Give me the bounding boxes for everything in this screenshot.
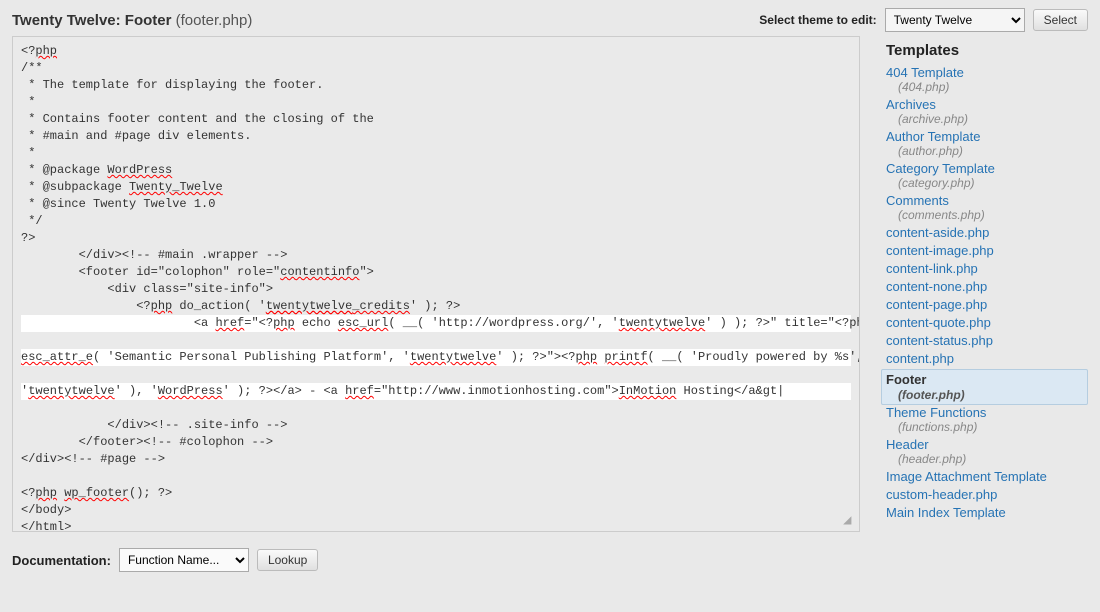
code-line: <div class="site-info"> [21,282,273,296]
template-item[interactable]: Main Index Template [886,505,1088,520]
code-line: </div><!-- .site-info --> [21,418,287,432]
template-item-selected[interactable]: Footer(footer.php) [881,369,1088,405]
code-line: * #main and #page div elements. [21,129,251,143]
template-item[interactable]: custom-header.php [886,487,1088,502]
template-link[interactable]: content-aside.php [886,225,989,240]
app-root: Twenty Twelve: Footer (footer.php) Selec… [0,0,1100,612]
code-line: <?php wp_footer(); ?> [21,486,172,500]
code-line: * @subpackage Twenty_Twelve [21,180,223,194]
editor-column: <?php /** * The template for displaying … [12,36,872,532]
template-item[interactable]: content.php [886,351,1088,366]
template-item[interactable]: content-none.php [886,279,1088,294]
template-link[interactable]: Comments [886,193,949,208]
lookup-button[interactable]: Lookup [257,549,318,571]
template-filename: (author.php) [898,144,1088,158]
documentation-row: Documentation: Function Name... Lookup [0,532,1100,572]
select-theme-label: Select theme to edit: [759,13,876,27]
code-line: * Contains footer content and the closin… [21,112,374,126]
code-line: * @since Twenty Twelve 1.0 [21,197,215,211]
code-line: * The template for displaying the footer… [21,78,323,92]
templates-sidebar: Templates 404 Template(404.php)Archives(… [872,36,1088,532]
template-link[interactable]: Category Template [886,161,995,176]
theme-file-text: (footer.php) [176,12,253,29]
code-line: /** [21,61,43,75]
documentation-select[interactable]: Function Name... [119,548,249,572]
template-filename: (footer.php) [898,388,965,402]
template-link[interactable]: content.php [886,351,954,366]
template-item[interactable]: Comments(comments.php) [886,193,1088,222]
code-line: 'twentytwelve' ), 'WordPress' ); ?></a> … [21,383,851,400]
template-filename: (header.php) [898,452,1088,466]
template-filename: (archive.php) [898,112,1088,126]
code-line: </html> [21,520,71,532]
template-item[interactable]: content-link.php [886,261,1088,276]
code-line: <?php [21,44,57,58]
templates-heading: Templates [886,42,1088,59]
template-link[interactable]: custom-header.php [886,487,997,502]
main-row: <?php /** * The template for displaying … [0,36,1100,532]
template-filename: (comments.php) [898,208,1088,222]
template-link[interactable]: content-quote.php [886,315,991,330]
template-item[interactable]: content-image.php [886,243,1088,258]
code-line: */ [21,214,43,228]
code-editor[interactable]: <?php /** * The template for displaying … [12,36,860,532]
template-link[interactable]: Header [886,437,929,452]
templates-list: 404 Template(404.php) Archives(archive.ph… [886,65,1088,520]
code-line: * [21,95,35,109]
template-link[interactable]: Author Template [886,129,980,144]
template-link[interactable]: 404 Template [886,65,964,80]
template-item[interactable]: 404 Template(404.php) [886,65,1088,94]
theme-title: Twenty Twelve: Footer (footer.php) [12,12,252,29]
template-link[interactable]: content-none.php [886,279,987,294]
template-item[interactable]: Image Attachment Template [886,469,1088,484]
code-line: * [21,146,35,160]
template-link[interactable]: Main Index Template [886,505,1006,520]
template-item[interactable]: content-page.php [886,297,1088,312]
template-item[interactable]: content-quote.php [886,315,1088,330]
select-button[interactable]: Select [1033,9,1088,31]
header-row: Twenty Twelve: Footer (footer.php) Selec… [0,0,1100,36]
template-link[interactable]: Image Attachment Template [886,469,1047,484]
template-item[interactable]: Header(header.php) [886,437,1088,466]
template-link[interactable]: content-image.php [886,243,994,258]
code-line: </footer><!-- #colophon --> [21,435,273,449]
code-line: ?> [21,231,35,245]
template-link[interactable]: content-status.php [886,333,993,348]
template-filename: (functions.php) [898,420,1088,434]
code-line: </body> [21,503,71,517]
theme-select-dropdown[interactable]: Twenty Twelve [885,8,1025,32]
template-link: Footer [886,372,1083,387]
code-line: <a href="<?php echo esc_url( __( 'http:/… [21,315,851,332]
code-line: <?php do_action( 'twentytwelve_credits' … [21,299,460,313]
documentation-label: Documentation: [12,553,111,568]
template-item[interactable]: Theme Functions(functions.php) [886,405,1088,434]
template-link[interactable]: content-link.php [886,261,978,276]
template-item[interactable]: content-status.php [886,333,1088,348]
template-item[interactable]: Archives(archive.php) [886,97,1088,126]
template-item[interactable]: content-aside.php [886,225,1088,240]
code-line: <footer id="colophon" role="contentinfo"… [21,265,374,279]
template-link[interactable]: content-page.php [886,297,987,312]
template-item[interactable]: Author Template(author.php) [886,129,1088,158]
code-line: </div><!-- #page --> [21,452,165,466]
template-item[interactable]: Category Template(category.php) [886,161,1088,190]
template-filename: (404.php) [898,80,1088,94]
code-line: esc_attr_e( 'Semantic Personal Publishin… [21,349,851,366]
template-link[interactable]: Theme Functions [886,405,986,420]
code-line: </div><!-- #main .wrapper --> [21,248,287,262]
template-link[interactable]: Archives [886,97,936,112]
theme-name-text: Twenty Twelve: Footer [12,12,171,29]
template-filename: (category.php) [898,176,1088,190]
code-line: * @package WordPress [21,163,172,177]
resize-handle-icon[interactable]: ◢ [843,515,855,527]
